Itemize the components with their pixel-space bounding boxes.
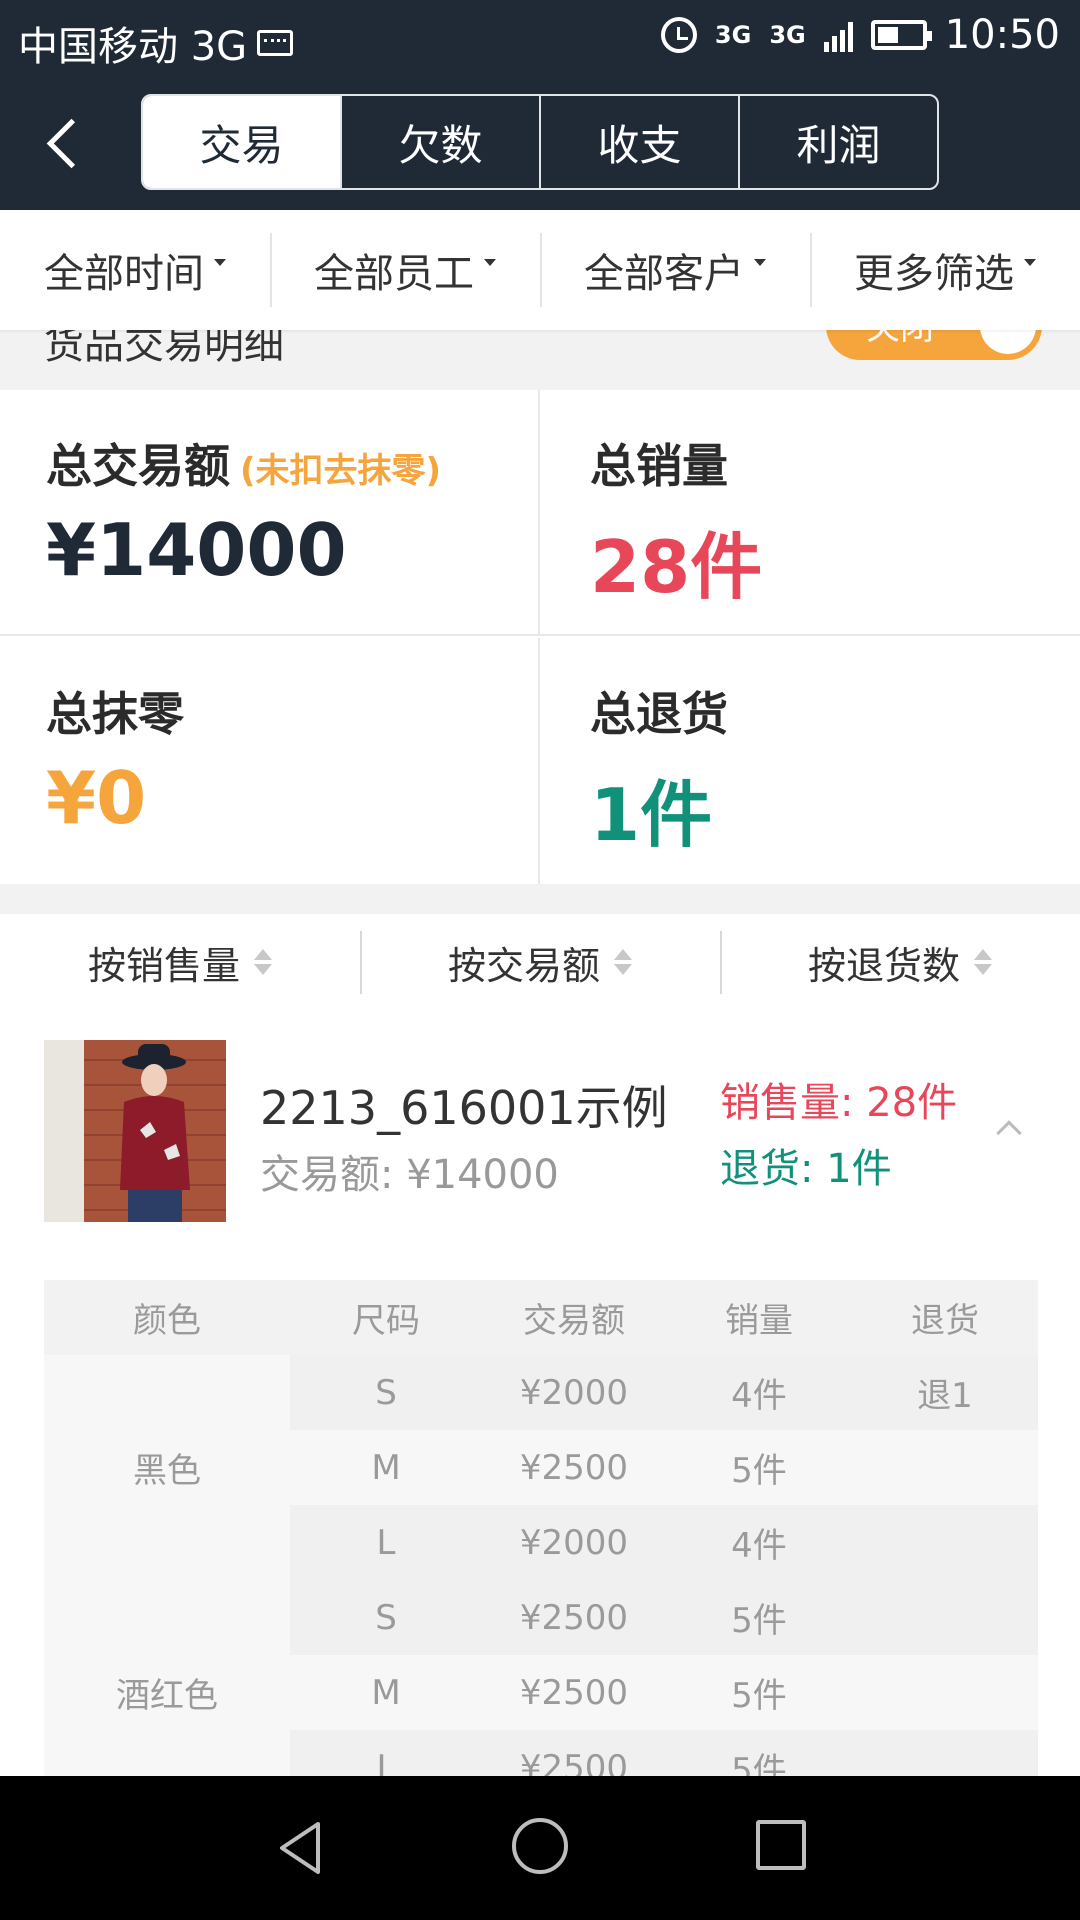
variant-group-wine-red: 酒红色 S ¥2500 5件 M ¥2500 5件 L ¥2500 5件 [44, 1580, 1038, 1805]
report-tabs: 交易 欠数 收支 利润 [141, 94, 939, 190]
nav-back-icon[interactable] [270, 1818, 330, 1878]
stat-total-rounding-value: ¥0 [46, 756, 147, 840]
nav-bar: 交易 欠数 收支 利润 [0, 78, 1080, 210]
stat-total-sales-value: 28件 [590, 525, 763, 609]
stat-note: (未扣去抹零) [240, 451, 442, 491]
caret-down-icon [484, 258, 496, 266]
stat-total-returns: 总退货 1件 [540, 638, 1080, 884]
product-amount: 交易额: ¥14000 [260, 1152, 559, 1198]
tab-debts[interactable]: 欠数 [340, 96, 539, 188]
stat-total-sales: 总销量 28件 [540, 390, 1080, 636]
sort-icon [974, 949, 992, 975]
status-bar: 中国移动 3G 3G 3G 10:50 [0, 0, 1080, 78]
variant-color: 酒红色 [44, 1580, 290, 1805]
nav-home-icon[interactable] [512, 1818, 568, 1874]
filter-more[interactable]: 更多筛选 [810, 233, 1080, 307]
variant-group-black: 黑色 S ¥2000 4件 退1 M ¥2500 5件 L ¥2000 4件 [44, 1355, 1038, 1580]
caret-down-icon [214, 258, 226, 266]
stat-total-amount-value: ¥14000 [46, 508, 347, 592]
keyboard-icon [257, 30, 294, 56]
tab-transactions[interactable]: 交易 [143, 96, 340, 188]
alarm-icon [660, 17, 697, 53]
product-sales: 销售量: 28件 [720, 1080, 958, 1126]
filter-customer[interactable]: 全部客户 [540, 233, 810, 307]
battery-icon [870, 20, 932, 50]
tab-income-expense[interactable]: 收支 [539, 96, 738, 188]
product-returns: 退货: 1件 [720, 1146, 892, 1192]
stat-total-amount: 总交易额 (未扣去抹零) ¥14000 [0, 390, 540, 636]
sort-by-sales[interactable]: 按销售量 [0, 935, 360, 990]
filter-staff[interactable]: 全部员工 [270, 233, 540, 307]
filter-time[interactable]: 全部时间 [0, 241, 270, 299]
tab-profit[interactable]: 利润 [738, 96, 937, 188]
clock: 10:50 [944, 12, 1060, 58]
product-item: 2213_616001示例 交易额: ¥14000 销售量: 28件 退货: 1… [0, 1010, 1080, 1805]
caret-down-icon [1024, 258, 1036, 266]
variant-table: 颜色 尺码 交易额 销量 退货 黑色 S ¥2000 4件 退1 M ¥2500… [44, 1280, 1038, 1805]
variant-table-header: 颜色 尺码 交易额 销量 退货 [44, 1280, 1038, 1355]
signal-icon [823, 18, 853, 52]
network-type-label-2: 3G [769, 21, 806, 49]
product-name: 2213_616001示例 [260, 1081, 668, 1135]
carrier-label: 中国移动 3G [18, 24, 248, 70]
nav-recents-icon[interactable] [756, 1820, 806, 1870]
stat-total-rounding: 总抹零 ¥0 [0, 638, 540, 884]
sort-bar: 按销售量 按交易额 按退货数 [0, 914, 1080, 1010]
product-thumbnail[interactable] [44, 1040, 226, 1222]
filter-bar: 全部时间 全部员工 全部客户 更多筛选 [0, 210, 1080, 330]
sort-by-amount[interactable]: 按交易额 [360, 930, 720, 994]
back-icon[interactable] [40, 118, 90, 168]
system-nav-bar [0, 1776, 1080, 1920]
stat-total-returns-value: 1件 [590, 773, 713, 857]
variant-color: 黑色 [44, 1355, 290, 1580]
summary-stats: 总交易额 (未扣去抹零) ¥14000 总销量 28件 总抹零 ¥0 总退货 1件 [0, 390, 1080, 884]
chevron-up-icon[interactable] [996, 1120, 1022, 1146]
sort-by-returns[interactable]: 按退货数 [720, 930, 1080, 994]
caret-down-icon [754, 258, 766, 266]
sort-icon [254, 949, 272, 975]
network-type-label: 3G [714, 21, 752, 49]
sort-icon [614, 949, 632, 975]
